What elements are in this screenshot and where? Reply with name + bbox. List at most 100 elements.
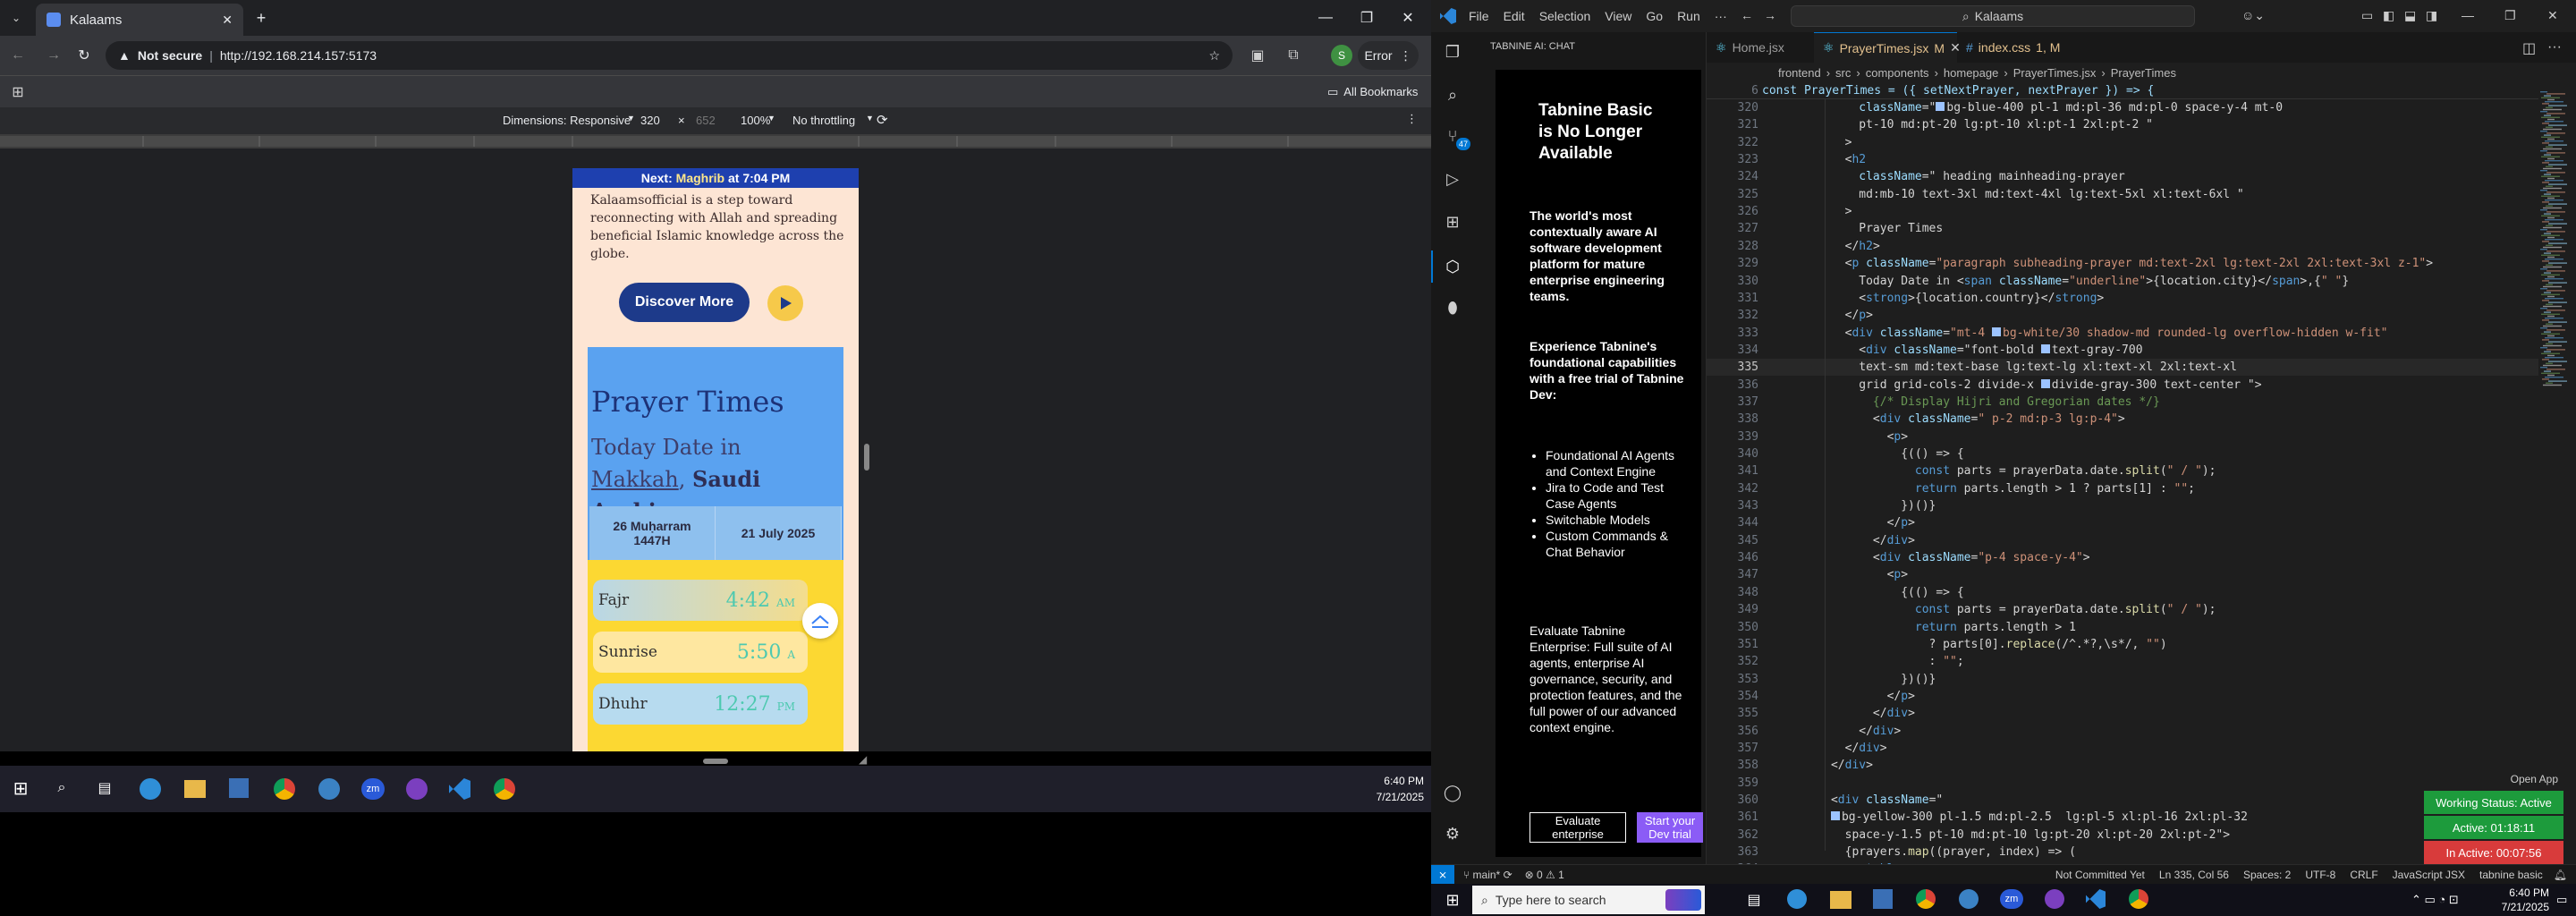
code-line[interactable]: 346 <div className="p-4 space-y-4">	[1707, 549, 2538, 566]
menu-view[interactable]: View	[1605, 9, 1631, 23]
all-bookmarks[interactable]: ▭ All Bookmarks	[1327, 85, 1418, 99]
code-line[interactable]: 328 </h2>	[1707, 238, 2538, 255]
resize-corner-icon[interactable]: ◢	[859, 753, 871, 766]
resize-handle-right[interactable]	[864, 444, 869, 471]
code-line[interactable]: 327 Prayer Times	[1707, 220, 2538, 237]
code-line[interactable]: 355 </div>	[1707, 705, 2538, 722]
tab-prayertimes[interactable]: ⚛ PrayerTimes.jsx M ✕	[1814, 32, 1961, 63]
run-debug-icon[interactable]: ▷	[1442, 168, 1463, 190]
sticky-scroll[interactable]: 6 const PrayerTimes = ({ setNextPrayer, …	[1707, 82, 2538, 99]
edge-icon[interactable]	[140, 778, 161, 800]
cursor-position[interactable]: Ln 335, Col 56	[2159, 869, 2229, 881]
code-line[interactable]: 359	[1707, 775, 2538, 792]
file-explorer-icon[interactable]	[184, 780, 206, 798]
code-line[interactable]: 340 {(() => {	[1707, 445, 2538, 462]
tab-index-css[interactable]: # index.css 1, M	[1957, 32, 2082, 63]
code-line[interactable]: 334 <div className="font-bold text-gray-…	[1707, 342, 2538, 359]
code-line[interactable]: 322 >	[1707, 134, 2538, 151]
scroll-top-button[interactable]	[802, 603, 838, 639]
height-input[interactable]: 652	[696, 114, 716, 127]
bookmark-star-icon[interactable]: ☆	[1208, 48, 1220, 64]
minimize-icon[interactable]: —	[1315, 7, 1336, 29]
error-button[interactable]: Error ⋮	[1358, 41, 1419, 70]
tabnine-status[interactable]: tabnine basic	[2479, 869, 2543, 881]
explorer-icon[interactable]: ❐	[1442, 41, 1463, 63]
code-line[interactable]: 362 space-y-1.5 pt-10 md:pt-10 lg:pt-20 …	[1707, 827, 2538, 844]
split-editor-icon[interactable]: ◫	[2522, 39, 2536, 57]
browser-tab[interactable]: Kalaams ✕	[36, 4, 243, 36]
code-line[interactable]: 348 {(() => {	[1707, 584, 2538, 601]
windows-start-icon[interactable]: ⊞	[1444, 891, 1462, 909]
store-icon[interactable]	[1873, 889, 1893, 909]
code-lines[interactable]: 6 const PrayerTimes = ({ setNextPrayer, …	[1707, 82, 2538, 876]
crumb[interactable]: components	[1866, 66, 1929, 80]
nav-forward-icon[interactable]: →	[1764, 8, 1776, 22]
bell-icon[interactable]: 🔔︎	[2554, 869, 2567, 881]
taskbar-search-box[interactable]: ⌕ Type here to search	[1472, 886, 1705, 914]
close-tab-icon[interactable]: ✕	[222, 13, 233, 28]
github-desktop-icon[interactable]	[2045, 889, 2064, 909]
problems-count[interactable]: ⊗ 0 ⚠ 1	[1525, 869, 1564, 881]
code-line[interactable]: 336 grid grid-cols-2 divide-x divide-gra…	[1707, 377, 2538, 394]
vs-restore-icon[interactable]: ❐	[2504, 8, 2516, 23]
copilot-icon[interactable]: ☺⌄	[2241, 8, 2265, 23]
code-line[interactable]: 361 bg-yellow-300 pl-1.5 md:pl-2.5 lg:pl…	[1707, 809, 2538, 826]
nav-back-icon[interactable]: ←	[1741, 8, 1753, 22]
code-line[interactable]: 354 </p>	[1707, 688, 2538, 705]
menu-run[interactable]: Run	[1677, 9, 1700, 23]
file-explorer-icon[interactable]	[1830, 891, 1852, 909]
code-line[interactable]: 343 })()}	[1707, 497, 2538, 514]
tabnine-icon[interactable]: ⬡	[1442, 256, 1463, 277]
layout-icon-2[interactable]: ◧	[2383, 8, 2394, 23]
zoom-app-icon[interactable]: zm	[2000, 889, 2023, 909]
chrome-taskbar-icon-2[interactable]	[2129, 889, 2148, 909]
app-icon-1[interactable]	[1959, 889, 1979, 909]
evaluate-enterprise-button[interactable]: Evaluate enterprise	[1530, 812, 1626, 843]
code-line[interactable]: 342 return parts.length > 1 ? parts[1] :…	[1707, 480, 2538, 497]
code-line[interactable]: 352 : "";	[1707, 653, 2538, 670]
code-line[interactable]: 363 {prayers.map((prayer, index) => (	[1707, 844, 2538, 861]
commit-status[interactable]: Not Committed Yet	[2055, 869, 2145, 881]
tab-search-icon[interactable]: ⌄	[7, 9, 25, 27]
vscode-taskbar-icon[interactable]	[2086, 889, 2106, 909]
restore-icon[interactable]: ❐	[1356, 7, 1377, 29]
start-trial-button[interactable]: Start your Dev trial	[1637, 812, 1703, 843]
code-line[interactable]: 350 return parts.length > 1	[1707, 619, 2538, 636]
layout-icon-3[interactable]: ⬓	[2404, 8, 2416, 23]
layout-icon-1[interactable]: ▭	[2361, 8, 2373, 23]
code-line[interactable]: 325 md:mb-10 text-3xl md:text-4xl lg:tex…	[1707, 186, 2538, 203]
code-line[interactable]: 349 const parts = prayerData.date.split(…	[1707, 601, 2538, 618]
code-line[interactable]: 337 {/* Display Hijri and Gregorian date…	[1707, 394, 2538, 411]
reload-icon[interactable]: ↻	[75, 47, 93, 64]
language-mode[interactable]: JavaScript JSX	[2393, 869, 2465, 881]
command-center[interactable]: ⌕ Kalaams	[1791, 5, 2195, 27]
code-line[interactable]: 344 </p>	[1707, 514, 2538, 531]
windows-start-icon[interactable]: ⊞	[11, 778, 30, 799]
profile-avatar[interactable]: S	[1331, 45, 1352, 66]
account-icon[interactable]: ◯	[1442, 782, 1463, 803]
minimap[interactable]	[2538, 82, 2576, 864]
close-window-icon[interactable]: ✕	[1397, 7, 1419, 29]
menu-edit[interactable]: Edit	[1504, 9, 1525, 23]
play-button[interactable]	[767, 285, 803, 321]
address-bar[interactable]: ▲ Not secure | http://192.168.214.157:51…	[106, 41, 1233, 70]
puzzle-icon[interactable]: ⧉	[1284, 47, 1302, 64]
code-line[interactable]: 358 </div>	[1707, 757, 2538, 774]
notification-icon[interactable]: ▭	[2556, 893, 2567, 907]
more-actions-icon[interactable]: ···	[2547, 39, 2562, 55]
code-line[interactable]: 345 </div>	[1707, 532, 2538, 549]
code-line[interactable]: 324 className=" heading mainheading-pray…	[1707, 168, 2538, 185]
code-editor[interactable]: 6 const PrayerTimes = ({ setNextPrayer, …	[1707, 82, 2576, 876]
code-line[interactable]: 351 ? parts[0].replace(/^.*?,\s*/, "")	[1707, 636, 2538, 653]
code-line[interactable]: 330 Today Date in <span className="under…	[1707, 273, 2538, 290]
crumb[interactable]: PrayerTimes	[2111, 66, 2176, 80]
code-line[interactable]: 335 text-sm md:text-base lg:text-lg xl:t…	[1707, 359, 2538, 377]
code-line[interactable]: 356 </div>	[1707, 723, 2538, 740]
apps-grid-icon[interactable]: ⊞	[9, 83, 27, 101]
extension-icon[interactable]: ▣	[1249, 47, 1267, 64]
code-line[interactable]: 357 </div>	[1707, 740, 2538, 757]
crumb[interactable]: homepage	[1944, 66, 1998, 80]
vscode-taskbar-icon[interactable]	[449, 778, 470, 800]
chrome-taskbar-icon[interactable]	[274, 778, 295, 800]
branch-label[interactable]: ⑂ main* ⟳	[1463, 869, 1513, 881]
